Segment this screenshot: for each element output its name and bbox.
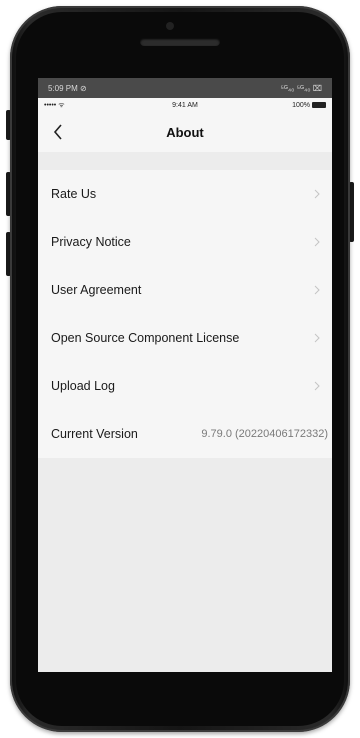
chevron-right-icon — [314, 381, 320, 391]
upload-log-row[interactable]: Upload Log — [38, 362, 332, 410]
settings-list: Rate Us Privacy Notice User Agreement Op… — [38, 170, 332, 458]
navigation-bar: About — [38, 112, 332, 152]
stage: 5:09 PM ⊘ ⁵ᴳ₄₀ ⁵ᴳ₄₀ ⌧ ••••• ᯤ 9:41 AM 10… — [0, 0, 360, 738]
row-label: User Agreement — [51, 283, 142, 297]
version-value: 9.79.0 (20220406172332) — [201, 428, 328, 440]
chevron-right-icon — [314, 285, 320, 295]
chevron-right-icon — [314, 189, 320, 199]
system-signal: ⁵ᴳ₄₀ ⁵ᴳ₄₀ ⌧ — [280, 83, 322, 93]
chevron-right-icon — [314, 333, 320, 343]
row-label: Open Source Component License — [51, 331, 240, 345]
chevron-left-icon — [53, 124, 62, 140]
current-version-row: Current Version 9.79.0 (20220406172332) — [38, 410, 332, 458]
system-status-bar: 5:09 PM ⊘ ⁵ᴳ₄₀ ⁵ᴳ₄₀ ⌧ — [38, 78, 332, 98]
row-label: Privacy Notice — [51, 235, 131, 249]
system-time: 5:09 PM ⊘ — [48, 83, 87, 93]
row-label: Upload Log — [51, 379, 115, 393]
status-time: 9:41 AM — [172, 101, 198, 109]
user-agreement-row[interactable]: User Agreement — [38, 266, 332, 314]
app-status-bar: ••••• ᯤ 9:41 AM 100% — [38, 98, 332, 112]
open-source-license-row[interactable]: Open Source Component License — [38, 314, 332, 362]
chevron-right-icon — [314, 237, 320, 247]
privacy-notice-row[interactable]: Privacy Notice — [38, 218, 332, 266]
back-button[interactable] — [48, 120, 68, 144]
row-label: Rate Us — [51, 187, 97, 201]
page-title: About — [166, 124, 204, 140]
front-camera — [166, 22, 174, 30]
screen: 5:09 PM ⊘ ⁵ᴳ₄₀ ⁵ᴳ₄₀ ⌧ ••••• ᯤ 9:41 AM 10… — [38, 78, 332, 672]
rate-us-row[interactable]: Rate Us — [38, 170, 332, 218]
earpiece-speaker — [140, 38, 220, 46]
row-label: Current Version — [51, 427, 138, 441]
